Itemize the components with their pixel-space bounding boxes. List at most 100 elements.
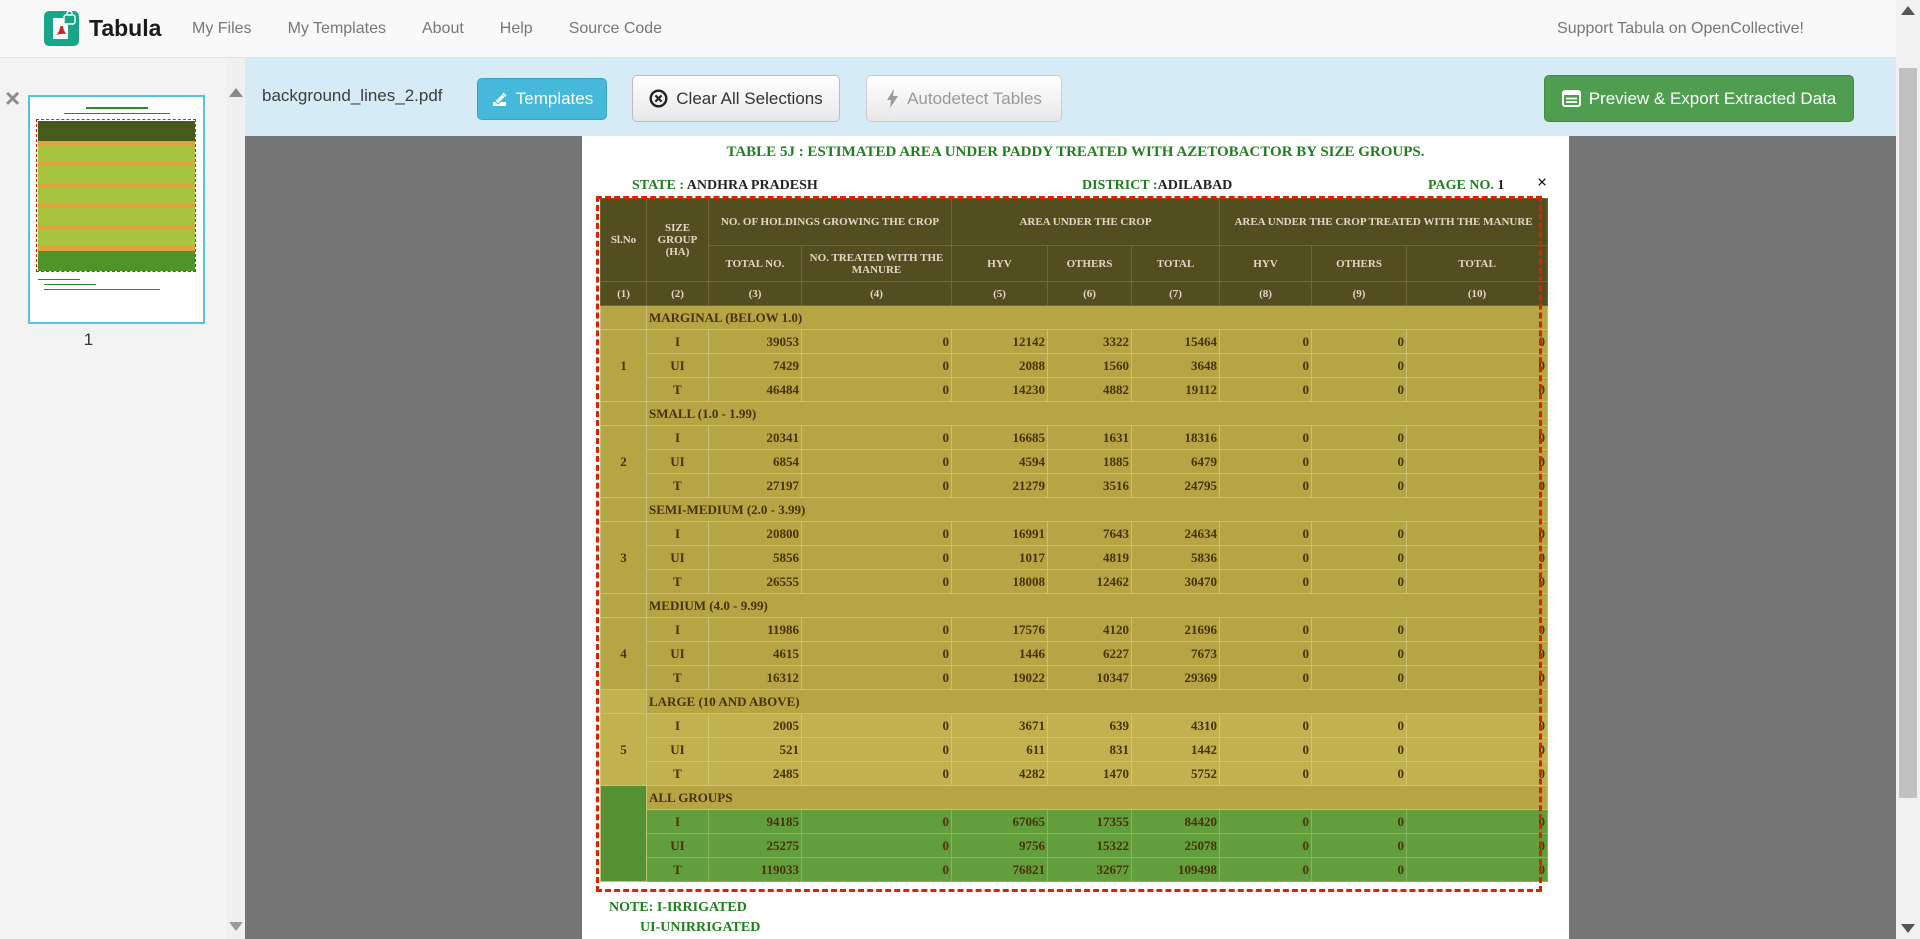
table-cell: 2088 [952, 354, 1048, 378]
tabula-brand[interactable]: Tabula [44, 11, 161, 46]
section-label: LARGE (10 AND ABOVE) [647, 690, 1548, 714]
section-band: SMALL (1.0 - 1.99) [601, 402, 1548, 426]
toolbar: background_lines_2.pdf Templates Clear A… [245, 58, 1896, 136]
section-band: MARGINAL (BELOW 1.0) [601, 306, 1548, 330]
sidebar-scroll-up-icon[interactable] [229, 88, 243, 97]
table-cell: 1446 [952, 642, 1048, 666]
table-cell: 1017 [952, 546, 1048, 570]
table-cell: 0 [1407, 450, 1548, 474]
table-cell: 0 [1312, 450, 1407, 474]
table-cell: 5856 [709, 546, 802, 570]
extracted-data-table: Sl.No SIZE GROUP (HA) NO. OF HOLDINGS GR… [600, 198, 1548, 882]
clear-all-label: Clear All Selections [676, 89, 822, 109]
remove-page-icon[interactable]: × [5, 88, 20, 108]
table-cell: 639 [1048, 714, 1132, 738]
table-cell: 94185 [709, 810, 802, 834]
table-row: 3I20800016991764324634000 [601, 522, 1548, 546]
table-cell: 1560 [1048, 354, 1132, 378]
table-cell: 3516 [1048, 474, 1132, 498]
table-cell: 0 [1312, 522, 1407, 546]
section-sl-cell: 1 [601, 330, 647, 402]
scroll-down-icon[interactable] [1901, 924, 1915, 933]
table-cell: 15322 [1048, 834, 1132, 858]
table-cell: 0 [1407, 714, 1548, 738]
table-cell: 18316 [1132, 426, 1220, 450]
table-row: T11903307682132677109498000 [601, 858, 1548, 882]
top-navbar: Tabula My Files My Templates About Help … [0, 0, 1896, 58]
pdf-page[interactable]: TABLE 5J : ESTIMATED AREA UNDER PADDY TR… [582, 136, 1569, 939]
table-cell: 46484 [709, 378, 802, 402]
table-cell: 2485 [709, 762, 802, 786]
col-header-slno: Sl.No [601, 199, 647, 282]
page-thumbnails-sidebar: × 1 [0, 58, 245, 939]
table-cell: 0 [802, 738, 952, 762]
irrigation-code-cell: I [647, 330, 709, 354]
nav-item-about[interactable]: About [422, 20, 464, 38]
table-cell: 20341 [709, 426, 802, 450]
brand-title: Tabula [89, 15, 161, 42]
scroll-up-icon[interactable] [1901, 6, 1915, 15]
nav-item-my-templates[interactable]: My Templates [288, 20, 386, 38]
irrigation-code-cell: UI [647, 450, 709, 474]
table-cell: 21279 [952, 474, 1048, 498]
table-cell: 831 [1048, 738, 1132, 762]
nav-item-help[interactable]: Help [500, 20, 533, 38]
thumb-title-line [86, 107, 148, 109]
col-number: (3) [709, 282, 802, 306]
table-cell: 0 [1220, 354, 1312, 378]
table-cell: 0 [1312, 618, 1407, 642]
autodetect-tables-button: Autodetect Tables [866, 75, 1062, 122]
table-cell: 14230 [952, 378, 1048, 402]
table-row: I941850670651735584420000 [601, 810, 1548, 834]
selection-close-icon[interactable]: × [1537, 174, 1547, 190]
sidebar-scrollbar[interactable] [227, 58, 245, 939]
table-cell: 17576 [952, 618, 1048, 642]
irrigation-code-cell: T [647, 858, 709, 882]
table-row: UI74290208815603648000 [601, 354, 1548, 378]
table-cell: 0 [802, 858, 952, 882]
table-cell: 3671 [952, 714, 1048, 738]
section-label: ALL GROUPS [647, 786, 1548, 810]
table-cell: 0 [1312, 762, 1407, 786]
table-cell: 119033 [709, 858, 802, 882]
table-row: T27197021279351624795000 [601, 474, 1548, 498]
nav-item-source-code[interactable]: Source Code [569, 20, 662, 38]
table-cell: 0 [802, 354, 952, 378]
table-cell: 32677 [1048, 858, 1132, 882]
thumb-note-line [44, 284, 96, 285]
table-cell: 0 [1312, 546, 1407, 570]
table-cell: 0 [1220, 522, 1312, 546]
scrollbar-thumb[interactable] [1899, 68, 1917, 798]
table-cell: 2005 [709, 714, 802, 738]
irrigation-code-cell: T [647, 570, 709, 594]
templates-button[interactable]: Templates [477, 78, 607, 120]
table-cell: 0 [1220, 834, 1312, 858]
table-cell: 7673 [1132, 642, 1220, 666]
table-cell: 4120 [1048, 618, 1132, 642]
table-cell: 0 [1312, 810, 1407, 834]
preview-export-button[interactable]: Preview & Export Extracted Data [1544, 75, 1854, 122]
page-scrollbar[interactable] [1896, 0, 1920, 939]
table-row: UI68540459418856479000 [601, 450, 1548, 474]
section-band: SEMI-MEDIUM (2.0 - 3.99) [601, 498, 1548, 522]
table-cell: 0 [1220, 738, 1312, 762]
table-row: UI25275097561532225078000 [601, 834, 1548, 858]
section-band: LARGE (10 AND ABOVE) [601, 690, 1548, 714]
irrigation-code-cell: UI [647, 738, 709, 762]
support-link[interactable]: Support Tabula on OpenCollective! [1557, 0, 1804, 58]
table-cell: 4819 [1048, 546, 1132, 570]
table-cell: 0 [1312, 570, 1407, 594]
table-cell: 0 [802, 330, 952, 354]
table-cell: 7429 [709, 354, 802, 378]
table-row: 1I39053012142332215464000 [601, 330, 1548, 354]
irrigation-code-cell: T [647, 762, 709, 786]
table-cell: 0 [802, 426, 952, 450]
table-header: Sl.No SIZE GROUP (HA) NO. OF HOLDINGS GR… [601, 199, 1548, 306]
table-cell: 0 [802, 522, 952, 546]
sidebar-scroll-down-icon[interactable] [229, 922, 243, 931]
page-thumbnail[interactable] [28, 95, 205, 324]
section-band: ALL GROUPS [601, 786, 1548, 810]
clear-all-selections-button[interactable]: Clear All Selections [632, 75, 840, 122]
page-no-label: PAGE NO. [1428, 178, 1494, 193]
nav-item-my-files[interactable]: My Files [192, 20, 252, 38]
